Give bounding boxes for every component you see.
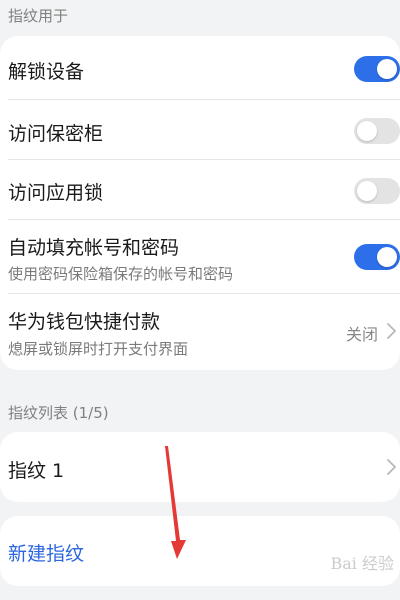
unlock-device-toggle[interactable] bbox=[354, 56, 400, 82]
app-lock-toggle[interactable] bbox=[354, 178, 400, 204]
wallet-payment-value: 关闭 bbox=[345, 325, 378, 344]
usage-card: 解锁设备 访问保密柜 访问应用锁 自动填充帐号和密码 使用密码保险箱保存的帐号和… bbox=[0, 36, 400, 370]
watermark: Bai 经验 bbox=[330, 554, 394, 573]
wallet-payment-subtitle: 熄屏或锁屏时打开支付界面 bbox=[8, 340, 189, 358]
new-fingerprint-button[interactable]: 新建指纹 bbox=[8, 539, 84, 566]
autofill-toggle[interactable] bbox=[354, 244, 400, 270]
row-autofill[interactable]: 自动填充帐号和密码 使用密码保险箱保存的帐号和密码 bbox=[0, 220, 400, 294]
toggle-knob bbox=[377, 59, 397, 79]
row-app-lock[interactable]: 访问应用锁 bbox=[0, 160, 400, 220]
section-title-fingerprint-list: 指纹列表 (1/5) bbox=[8, 404, 109, 422]
chevron-right-icon bbox=[387, 459, 396, 475]
toggle-knob bbox=[377, 247, 397, 267]
access-safe-label: 访问保密柜 bbox=[8, 123, 104, 145]
unlock-device-label: 解锁设备 bbox=[8, 61, 85, 83]
fingerprint-list-card: 指纹 1 bbox=[0, 432, 400, 502]
section-title-usage: 指纹用于 bbox=[8, 7, 69, 25]
fingerprint-item[interactable]: 指纹 1 bbox=[0, 432, 400, 502]
autofill-subtitle: 使用密码保险箱保存的帐号和密码 bbox=[8, 265, 234, 283]
autofill-label: 自动填充帐号和密码 bbox=[8, 237, 180, 259]
chevron-right-icon bbox=[387, 323, 396, 339]
app-lock-label: 访问应用锁 bbox=[8, 182, 104, 204]
toggle-knob bbox=[357, 181, 377, 201]
toggle-knob bbox=[357, 121, 377, 141]
row-access-safe[interactable]: 访问保密柜 bbox=[0, 100, 400, 160]
row-wallet-payment[interactable]: 华为钱包快捷付款 熄屏或锁屏时打开支付界面 关闭 bbox=[0, 294, 400, 370]
wallet-payment-label: 华为钱包快捷付款 bbox=[8, 311, 161, 333]
fingerprint-item-label: 指纹 1 bbox=[8, 460, 65, 482]
row-unlock-device[interactable]: 解锁设备 bbox=[0, 36, 400, 100]
access-safe-toggle[interactable] bbox=[354, 118, 400, 144]
